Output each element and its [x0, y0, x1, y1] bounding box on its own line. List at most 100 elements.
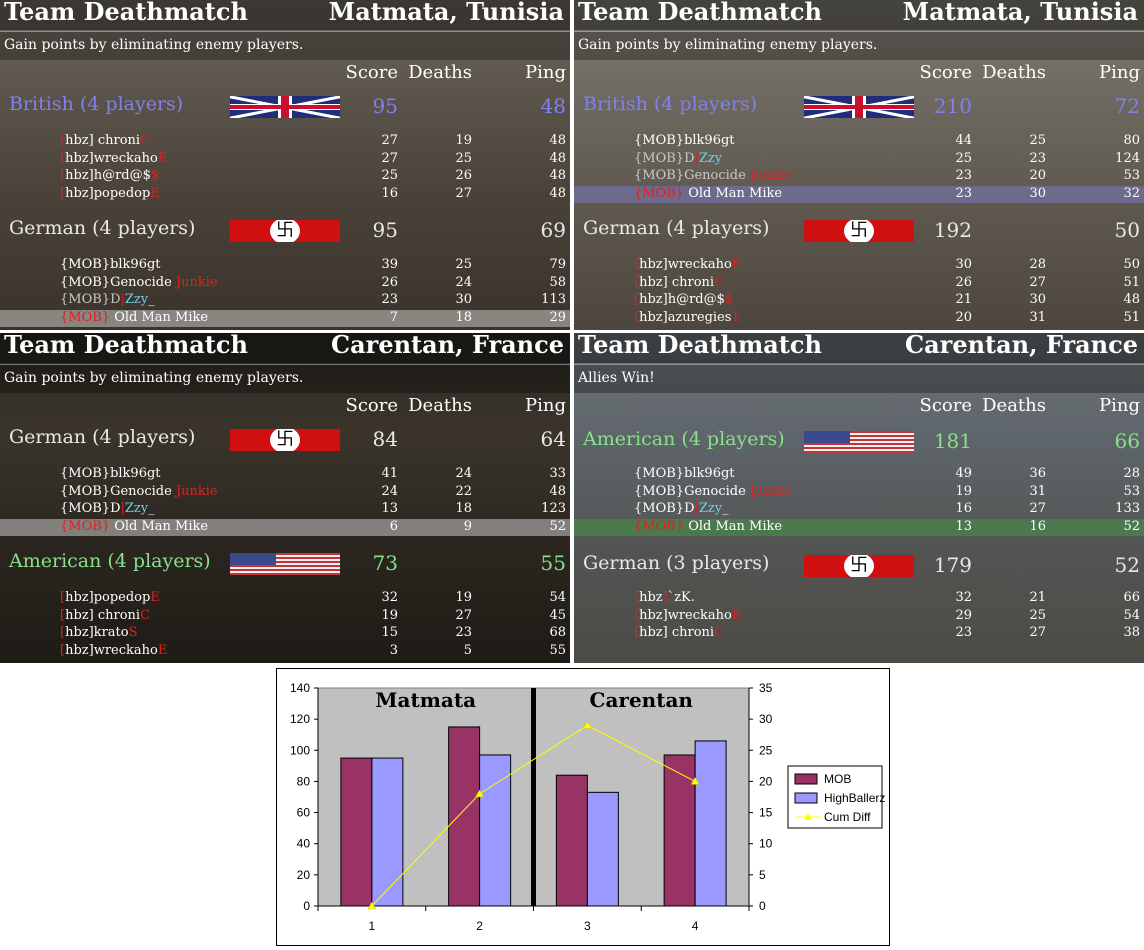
player-deaths: 22: [455, 483, 472, 499]
player-name: {MOB} Old Man Mike: [634, 186, 782, 201]
team-ping: 50: [1114, 218, 1140, 242]
player-name: {MOB}D|Zzy: [634, 151, 722, 166]
player-name-part: C: [714, 274, 725, 290]
player-score: 30: [955, 257, 972, 272]
player-name: [hbz] chroniC: [60, 133, 150, 148]
player-name-part: ]popedop: [88, 590, 151, 605]
player-score: 7: [389, 309, 398, 325]
player-name-part: Junkie: [749, 168, 792, 183]
player-deaths: 23: [455, 625, 472, 640]
player-deaths: 25: [455, 257, 472, 272]
player-row: {MOB} Old Man Mike 6 9 52: [0, 518, 570, 536]
player-name: [hbz]popedopE: [60, 186, 160, 201]
map-name: Carentan, France: [331, 333, 564, 359]
player-deaths: 30: [455, 292, 472, 307]
team-name: German (3 players): [583, 552, 770, 574]
player-name-part: hbz: [639, 590, 663, 605]
player-ping: 48: [549, 168, 566, 183]
player-row: [hbz] chroniC 23 27 38: [574, 625, 1144, 642]
player-ping: 51: [1123, 274, 1140, 290]
player-ping: 53: [1123, 483, 1140, 499]
player-name-part: {MOB}D: [634, 150, 695, 166]
player-ping: 58: [549, 274, 566, 290]
player-name-part: E: [150, 185, 160, 201]
player-name-part: {MOB}Genocide: [634, 168, 750, 183]
scoreboard-panel: Team Deathmatch Matmata, Tunisia Gain po…: [0, 0, 570, 330]
player-deaths: 36: [1029, 466, 1046, 481]
team-name: American (4 players): [583, 428, 785, 450]
x-axis-tick-label: 1: [369, 919, 376, 933]
player-name-part: Zzy: [124, 501, 149, 516]
player-row: [hbz] chroniC 26 27 51: [574, 275, 1144, 292]
left-axis-tick-label: 80: [297, 774, 311, 788]
deaths-column-header: Deaths: [982, 62, 1046, 83]
player-deaths: 24: [455, 466, 472, 481]
player-row: {MOB}Genocide Junkie 23 20 53: [574, 168, 1144, 185]
deaths-column-header: Deaths: [982, 395, 1046, 416]
team-ping: 64: [540, 427, 566, 451]
player-name-part: `zK.: [667, 590, 695, 605]
objective-bar: Gain points by eliminating enemy players…: [0, 31, 570, 60]
player-name-part: hbz: [65, 185, 89, 201]
team-ping: 52: [1114, 553, 1140, 577]
us-flag-icon: [804, 431, 914, 453]
objective-text: Allies Win!: [578, 370, 655, 386]
player-name-part: {MOB}: [634, 185, 685, 201]
player-name-part: E: [157, 642, 168, 658]
player-name-part: ] chroni: [88, 607, 141, 623]
player-ping: 48: [549, 133, 566, 148]
player-score: 25: [955, 150, 972, 166]
player-name-part: ]h@rd@$: [88, 168, 151, 183]
player-score: 19: [955, 483, 972, 499]
player-row: {MOB}D|Zzy_ 23 30 113: [0, 292, 570, 309]
player-score: 20: [955, 309, 972, 325]
player-score: 29: [955, 607, 972, 623]
player-ping: 53: [1123, 168, 1140, 183]
bar-highballerz: [371, 757, 404, 907]
player-deaths: 25: [1029, 607, 1046, 623]
player-name: {MOB}Genocide Junkie: [634, 484, 792, 499]
map-name: Matmata, Tunisia: [328, 0, 564, 26]
player-name-part: ]h@rd@$: [662, 292, 725, 307]
player-row: [hbz]h@rd@$$ 21 30 48: [574, 292, 1144, 309]
player-deaths: 27: [1029, 274, 1046, 290]
player-deaths: 27: [455, 607, 472, 623]
game-mode-title: Team Deathmatch: [4, 333, 248, 359]
team-score: 73: [372, 551, 398, 575]
objective-text: Gain points by eliminating enemy players…: [4, 370, 304, 386]
team-score: 210: [933, 94, 972, 118]
team-ping: 55: [540, 551, 566, 575]
player-name-part: hbz: [639, 292, 663, 307]
player-deaths: 25: [455, 150, 472, 166]
left-axis-tick-label: 140: [290, 681, 310, 695]
de-flag-icon: 卐: [804, 555, 914, 577]
left-axis-tick-label: 0: [303, 899, 310, 913]
player-name-part: ]popedop: [88, 185, 151, 201]
player-ping: 52: [1123, 518, 1140, 534]
player-name: {MOB}Genocide Junkie: [60, 275, 218, 290]
player-name-part: {MOB}Genocide: [60, 483, 176, 499]
player-name-part: C: [714, 625, 725, 640]
player-name: {MOB}blk96gt: [634, 466, 735, 481]
player-ping: 48: [549, 150, 566, 166]
score-column-header: Score: [345, 62, 398, 83]
player-ping: 55: [549, 642, 566, 658]
player-ping: 133: [1115, 501, 1140, 516]
player-row: [hbz]wreckahoE 27 25 48: [0, 151, 570, 168]
player-name-part: ] chroni: [88, 133, 141, 148]
player-name-part: {MOB}: [634, 518, 685, 534]
player-name-part: Zzy: [124, 292, 149, 307]
player-row: {MOB} Old Man Mike 23 30 32: [574, 185, 1144, 203]
player-name: {MOB} Old Man Mike: [60, 310, 208, 325]
player-name-part: ]azuregies: [662, 309, 732, 325]
chart-svg: 0 20 40 60 80 100 120 140 0 5 10 15 20 25 30 35 1 2 3 4 Matm…: [290, 681, 885, 933]
deaths-column-header: Deaths: [408, 62, 472, 83]
player-row: [hbz]wreckahoE 3 5 55: [0, 643, 570, 660]
player-name-part: _: [148, 292, 155, 307]
player-ping: 52: [549, 518, 566, 534]
player-ping: 29: [549, 309, 566, 325]
player-score: 44: [955, 133, 972, 148]
player-name-part: hbz: [65, 607, 89, 623]
team-score: 179: [933, 553, 972, 577]
objective-text: Gain points by eliminating enemy players…: [4, 37, 304, 53]
